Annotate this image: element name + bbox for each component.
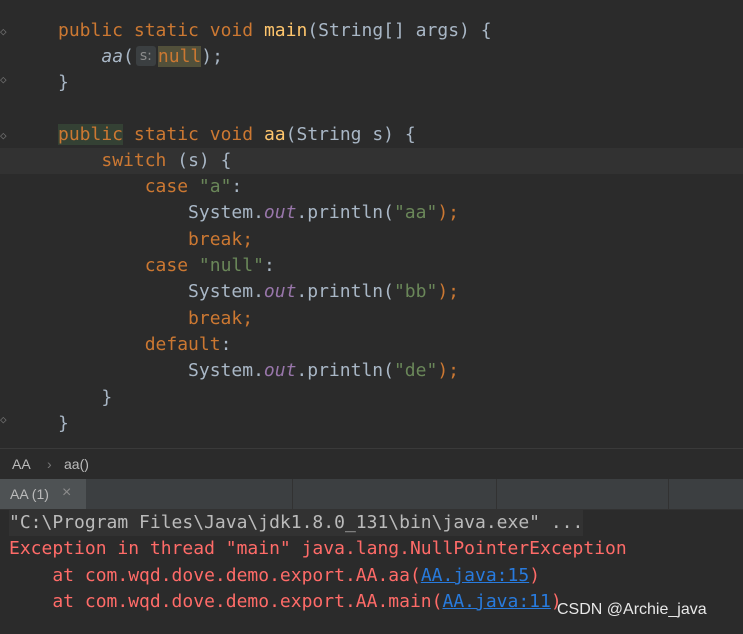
method-call: aa	[101, 46, 124, 67]
code-text: (String[] args) {	[307, 20, 492, 41]
source-link[interactable]: AA.java:11	[442, 591, 550, 612]
keyword: public	[58, 124, 124, 145]
code-line-9[interactable]: break;	[58, 227, 253, 253]
method-name: main	[263, 20, 308, 41]
code-line-7[interactable]: case "a":	[58, 174, 243, 200]
code-text: );	[437, 202, 460, 223]
stack-trace-line: at com.wqd.dove.demo.export.AA.aa(AA.jav…	[9, 563, 540, 589]
keyword: static	[133, 20, 199, 41]
code-text: :	[220, 334, 232, 355]
field-name: out	[263, 281, 297, 302]
code-line-11[interactable]: System.out.println("bb");	[58, 279, 459, 305]
string-literal: "de"	[393, 360, 438, 381]
code-text: (	[123, 46, 134, 67]
run-tab-label: AA (1)	[10, 486, 49, 502]
parameter-hint: s:	[135, 46, 156, 66]
method-name: aa	[263, 124, 286, 145]
run-tab[interactable]: AA (1) ×	[0, 479, 86, 509]
code-text: System.	[188, 360, 264, 381]
keyword: static	[133, 124, 199, 145]
source-link[interactable]: AA.java:15	[421, 565, 529, 586]
code-line-5[interactable]: public static void aa(String s) {	[58, 122, 416, 148]
code-text: }	[58, 413, 69, 434]
string-literal: "a"	[198, 176, 232, 197]
stack-trace-text: at com.wqd.dove.demo.export.AA.main(	[9, 591, 443, 612]
string-literal: "bb"	[393, 281, 438, 302]
stack-trace-text: at com.wqd.dove.demo.export.AA.aa(	[9, 565, 421, 586]
code-text: (s) {	[166, 150, 232, 171]
keyword: default	[144, 334, 221, 355]
code-text: );	[437, 281, 460, 302]
console-command-line: "C:\Program Files\Java\jdk1.8.0_131\bin\…	[9, 510, 584, 536]
code-line-3[interactable]: }	[58, 70, 69, 96]
code-line-8[interactable]: System.out.println("aa");	[58, 200, 459, 226]
code-line-10[interactable]: case "null":	[58, 253, 275, 279]
close-icon[interactable]: ×	[62, 484, 71, 502]
code-text: }	[58, 72, 69, 93]
code-text: );	[201, 46, 223, 67]
watermark: CSDN @Archie_java	[557, 601, 707, 618]
code-editor[interactable]: ◇ ◇ ◇ ◇ public static void main(String[]…	[0, 0, 743, 448]
field-name: out	[263, 360, 297, 381]
breadcrumb-method[interactable]: aa()	[64, 456, 89, 472]
keyword: public	[58, 20, 124, 41]
run-tab-bar: AA (1) ×	[0, 479, 743, 510]
keyword: break	[188, 229, 243, 250]
code-line-12[interactable]: break;	[58, 306, 253, 332]
breadcrumb-class[interactable]: AA	[12, 456, 31, 472]
code-text: }	[101, 387, 113, 408]
string-literal: "null"	[198, 255, 264, 276]
code-line-2[interactable]: aa(s: null);	[58, 44, 223, 70]
code-text: :	[231, 176, 243, 197]
code-text: );	[437, 360, 460, 381]
keyword: case	[144, 176, 189, 197]
keyword: break	[188, 308, 243, 329]
code-text: .println(	[296, 360, 394, 381]
keyword: void	[209, 124, 254, 145]
code-text: .println(	[296, 202, 394, 223]
divider	[668, 479, 669, 509]
keyword: switch	[101, 150, 167, 171]
stack-trace-text: )	[529, 565, 541, 586]
code-line-16[interactable]: }	[58, 411, 69, 437]
code-text: ;	[242, 229, 254, 250]
code-text: ;	[242, 308, 254, 329]
fold-icon[interactable]: ◇	[0, 414, 8, 426]
code-text: System.	[188, 202, 264, 223]
null-literal: null	[157, 46, 202, 67]
field-name: out	[263, 202, 297, 223]
code-line-6[interactable]: switch (s) {	[58, 148, 231, 174]
code-text: System.	[188, 281, 264, 302]
code-text: .println(	[296, 281, 394, 302]
code-line-14[interactable]: System.out.println("de");	[58, 358, 459, 384]
keyword: case	[144, 255, 189, 276]
divider	[292, 479, 293, 509]
code-text: (String s) {	[285, 124, 416, 145]
code-text: :	[263, 255, 275, 276]
chevron-right-icon: ›	[47, 456, 52, 472]
code-line-1[interactable]: public static void main(String[] args) {	[58, 18, 492, 44]
console-exception: Exception in thread "main" java.lang.Nul…	[9, 538, 627, 559]
stack-trace-line: at com.wqd.dove.demo.export.AA.main(AA.j…	[9, 589, 561, 615]
fold-icon[interactable]: ◇	[0, 74, 8, 86]
code-line-13[interactable]: default:	[58, 332, 232, 358]
code-line-15[interactable]: }	[58, 385, 112, 411]
divider	[496, 479, 497, 509]
breadcrumb: AA › aa()	[0, 448, 743, 479]
keyword: void	[209, 20, 254, 41]
fold-icon[interactable]: ◇	[0, 130, 8, 142]
fold-icon[interactable]: ◇	[0, 26, 8, 38]
string-literal: "aa"	[393, 202, 438, 223]
